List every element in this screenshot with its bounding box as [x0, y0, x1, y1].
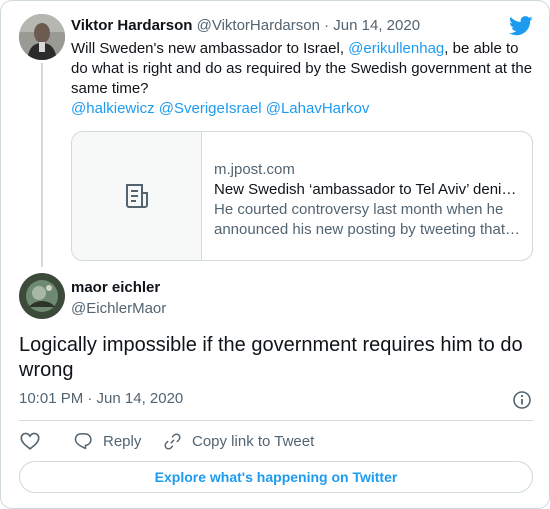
tweet-timestamp[interactable]: 10:01 PM · Jun 14, 2020: [19, 390, 183, 407]
link-preview-body: m.jpost.com New Swedish ‘ambassador to T…: [214, 160, 522, 240]
main-author-handle[interactable]: @EichlerMaor: [71, 300, 166, 317]
quoted-tweet-text: Will Sweden's new ambassador to Israel, …: [71, 39, 537, 119]
link-description: He courted controversy last month when h…: [214, 201, 506, 238]
copy-link-button[interactable]: Copy link to Tweet: [163, 429, 314, 453]
actions-divider: [19, 420, 533, 421]
link-icon: [164, 432, 181, 450]
like-button[interactable]: [19, 429, 51, 453]
link-title: New Swedish ‘ambassador to Tel Aviv’ den…: [214, 181, 522, 198]
main-tweet-text: Logically impossible if the government r…: [19, 334, 523, 381]
mention-lahavharkov[interactable]: @LahavHarkov: [266, 100, 370, 117]
article-icon: [126, 184, 148, 208]
viktor-avatar[interactable]: [19, 14, 65, 60]
reply-label: Reply: [103, 432, 142, 450]
link-domain: m.jpost.com: [214, 161, 295, 178]
quoted-tweet-header: Viktor Hardarson @ViktorHardarson · Jun …: [71, 17, 420, 34]
link-preview-card[interactable]: m.jpost.com New Swedish ‘ambassador to T…: [71, 131, 533, 261]
mention-halkiewicz[interactable]: @halkiewicz: [71, 100, 155, 117]
info-icon[interactable]: [512, 390, 532, 410]
mention-erikullenhag[interactable]: @erikullenhag: [348, 40, 444, 57]
quoted-author-name[interactable]: Viktor Hardarson: [71, 17, 192, 34]
quoted-text-part-1: Will Sweden's new ambassador to Israel,: [71, 40, 349, 57]
header-separator: ·: [324, 17, 330, 34]
explore-twitter-button[interactable]: Explore what's happening on Twitter: [19, 461, 533, 493]
tweet-embed-card: Viktor Hardarson @ViktorHardarson · Jun …: [0, 0, 550, 509]
twitter-bird-icon[interactable]: [509, 15, 533, 37]
copy-link-label: Copy link to Tweet: [192, 432, 315, 450]
thread-connector-line: [41, 63, 43, 267]
main-author-name[interactable]: maor eichler: [71, 279, 160, 296]
mention-sverigeisrael[interactable]: @SverigeIsrael: [159, 100, 262, 117]
quoted-tweet-date[interactable]: Jun 14, 2020: [333, 17, 420, 34]
heart-icon: [20, 432, 40, 450]
link-thumbnail: [72, 132, 202, 260]
maor-avatar[interactable]: [19, 273, 65, 319]
quoted-author-handle[interactable]: @ViktorHardarson: [197, 17, 320, 34]
reply-icon: [74, 433, 92, 450]
reply-button[interactable]: Reply: [73, 429, 141, 453]
